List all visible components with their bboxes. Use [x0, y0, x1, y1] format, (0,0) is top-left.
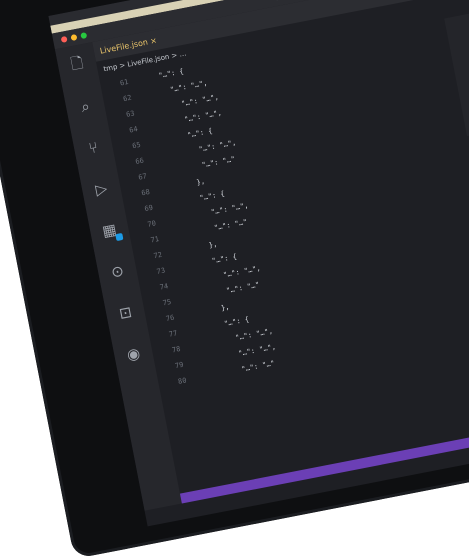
source-control-icon[interactable]: ⑂	[82, 136, 105, 159]
line-number: 77	[168, 329, 179, 339]
extensions-icon[interactable]: ▦	[98, 219, 121, 242]
files-icon[interactable]: 🗋	[66, 53, 89, 77]
line-number: 76	[165, 313, 176, 324]
screen: … 🗋 ⌕ ⑂ ▷ ▦ ⊙ ⊡ ◉ LiveFile.json × tmp > …	[48, 0, 469, 527]
line-number: 65	[131, 140, 142, 151]
line-number: 73	[156, 266, 166, 276]
window-title: …	[275, 0, 283, 2]
line-number: 69	[143, 203, 154, 214]
run-icon[interactable]: ▷	[90, 177, 113, 200]
line-number: 68	[140, 187, 151, 198]
laptop-frame: … 🗋 ⌕ ⑂ ▷ ▦ ⊙ ⊡ ◉ LiveFile.json × tmp > …	[0, 0, 469, 559]
remote-icon[interactable]: ⊙	[106, 260, 129, 283]
line-number: 62	[122, 93, 133, 104]
status-bar	[179, 418, 469, 504]
account-icon[interactable]: ◉	[122, 342, 145, 365]
line-number: 74	[159, 282, 169, 292]
line-number: 71	[149, 235, 160, 245]
line-number: 66	[134, 156, 145, 166]
line-number: 80	[177, 376, 188, 386]
line-number: 70	[146, 219, 157, 229]
search-icon[interactable]: ⌕	[74, 95, 97, 118]
line-number: 63	[125, 109, 136, 119]
line-number: 78	[171, 344, 182, 355]
line-number: 72	[152, 250, 163, 261]
maximize-window-button[interactable]	[80, 32, 88, 40]
line-number: 79	[174, 360, 185, 371]
line-number: 67	[137, 172, 148, 182]
minimize-window-button[interactable]	[70, 33, 78, 42]
terminal-icon[interactable]: ⊡	[114, 301, 137, 324]
editor-main: 🗋 ⌕ ⑂ ▷ ▦ ⊙ ⊡ ◉ LiveFile.json × tmp > Li…	[54, 0, 469, 511]
line-number: 75	[162, 297, 172, 308]
line-number: 61	[119, 77, 130, 88]
close-window-button[interactable]	[60, 35, 68, 43]
line-number: 64	[128, 125, 139, 135]
